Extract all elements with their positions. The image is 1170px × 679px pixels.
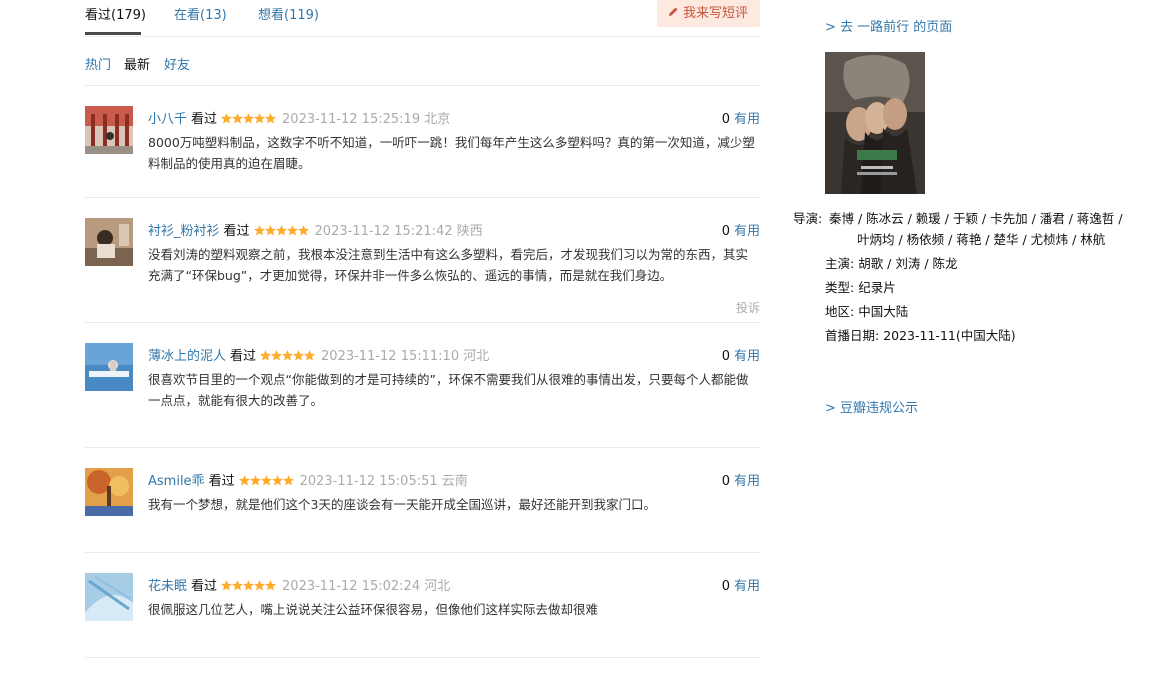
avatar[interactable] <box>85 218 133 266</box>
username-link[interactable]: 小八千 <box>148 112 187 127</box>
rating-stars-icon <box>260 350 316 365</box>
tab-watched[interactable]: 看过(179) <box>85 4 146 23</box>
comment-item: Asmile乖 看过 2023-11-12 15:05:51 云南 0 有用 我有一个… <box>85 448 760 553</box>
violation-notice-link[interactable]: > 豆瓣违规公示 <box>825 397 918 416</box>
watch-status: 看过 <box>230 349 257 364</box>
useful-count: 0 <box>721 349 730 364</box>
info-key: 首播日期: <box>825 328 880 343</box>
subject-info: 导演: 秦博 / 陈冰云 / 赖瑗 / 于颖 / 卡先加 / 潘君 / 蒋逸哲 … <box>793 208 1135 349</box>
useful-count: 0 <box>721 474 730 489</box>
tab-want-to-watch[interactable]: 想看(119) <box>258 4 319 23</box>
report-link[interactable]: 投诉 <box>736 299 760 316</box>
username-link[interactable]: 花未眠 <box>148 579 187 594</box>
username-link[interactable]: 薄冰上的泥人 <box>148 349 226 364</box>
comment-time: 2023-11-12 15:02:24 <box>282 579 421 594</box>
info-directors: 导演: 秦博 / 陈冰云 / 赖瑗 / 于颖 / 卡先加 / 潘君 / 蒋逸哲 … <box>793 211 1123 247</box>
comment-location: 陕西 <box>456 224 483 239</box>
avatar[interactable] <box>85 343 133 391</box>
rating-stars-icon <box>221 580 277 595</box>
comment-time: 2023-11-12 15:05:51 <box>299 474 438 489</box>
useful-button[interactable]: 有用 <box>734 112 760 127</box>
comment-item: 小八千 看过 2023-11-12 15:25:19 北京 0 有用 8000万吨塑料… <box>85 86 760 198</box>
useful-button[interactable]: 有用 <box>734 474 760 489</box>
info-premiere: 首播日期: 2023-11-11(中国大陆) <box>825 325 1135 346</box>
comment-header: 衬衫_粉衬衫 看过 2023-11-12 15:21:42 陕西 0 有用 <box>148 220 760 240</box>
useful-count: 0 <box>721 579 730 594</box>
comment-location: 北京 <box>424 112 451 127</box>
useful-button[interactable]: 有用 <box>734 579 760 594</box>
info-key: 地区: <box>825 304 855 319</box>
sort-bar: 热门 最新 好友 <box>85 37 760 86</box>
comment-location: 河北 <box>463 349 490 364</box>
avatar[interactable] <box>85 468 133 516</box>
username-link[interactable]: Asmile乖 <box>148 474 205 489</box>
info-key: 主演: <box>825 256 855 271</box>
active-tab-indicator <box>85 32 141 35</box>
rating-stars-icon <box>253 225 309 240</box>
watch-status: 看过 <box>208 474 235 489</box>
watch-status: 看过 <box>191 112 218 127</box>
comment-header: 小八千 看过 2023-11-12 15:25:19 北京 0 有用 <box>148 108 760 128</box>
comments-panel: 看过(179) 在看(13) 想看(119) 我来写短评 热门 最新 好友 小八… <box>85 0 760 658</box>
info-region: 地区: 中国大陆 <box>825 301 1135 322</box>
comment-location: 云南 <box>441 474 468 489</box>
info-value: 2023-11-11(中国大陆) <box>883 328 1016 343</box>
info-genre: 类型: 纪录片 <box>825 277 1135 298</box>
useful-button[interactable]: 有用 <box>734 349 760 364</box>
comment-header: 花未眠 看过 2023-11-12 15:02:24 河北 0 有用 <box>148 575 760 595</box>
username-link[interactable]: 衬衫_粉衬衫 <box>148 224 220 239</box>
useful-count: 0 <box>721 112 730 127</box>
watch-status: 看过 <box>223 224 250 239</box>
rating-stars-icon <box>221 113 277 128</box>
pencil-icon <box>668 7 678 16</box>
info-cast: 主演: 胡歌 / 刘涛 / 陈龙 <box>825 253 1135 274</box>
comment-time: 2023-11-12 15:25:19 <box>282 112 421 127</box>
sort-friends[interactable]: 好友 <box>164 54 190 73</box>
comment-text: 我有一个梦想，就是他们这个3天的座谈会有一天能开成全国巡讲，最好还能开到我家门口… <box>148 497 656 512</box>
tab-watching[interactable]: 在看(13) <box>174 4 227 23</box>
useful-button[interactable]: 有用 <box>734 224 760 239</box>
comment-text: 很喜欢节目里的一个观点“你能做到的才是可持续的”，环保不需要我们从很难的事情出发… <box>148 372 749 408</box>
sort-hot[interactable]: 热门 <box>85 54 111 73</box>
info-value[interactable]: 胡歌 / 刘涛 / 陈龙 <box>858 256 957 271</box>
info-value: 纪录片 <box>858 280 896 295</box>
comment-header: Asmile乖 看过 2023-11-12 15:05:51 云南 0 有用 <box>148 470 760 490</box>
useful-vote[interactable]: 0 有用 <box>722 108 760 127</box>
goto-subject-link[interactable]: > 去 一路前行 的页面 <box>825 16 952 35</box>
info-value: 中国大陆 <box>858 304 909 319</box>
useful-vote[interactable]: 0 有用 <box>722 575 760 594</box>
comment-item: 薄冰上的泥人 看过 2023-11-12 15:11:10 河北 0 有用 很喜欢节目… <box>85 323 760 448</box>
comment-text: 没看刘涛的塑料观察之前，我根本没注意到生活中有这么多塑料，看完后，才发现我们习以… <box>148 247 749 283</box>
comment-item: 花未眠 看过 2023-11-12 15:02:24 河北 0 有用 很佩服这几位艺人… <box>85 553 760 658</box>
poster-image[interactable] <box>825 52 925 194</box>
useful-vote[interactable]: 0 有用 <box>722 345 760 364</box>
info-key: 类型: <box>825 280 855 295</box>
comment-time: 2023-11-12 15:11:10 <box>321 349 460 364</box>
useful-count: 0 <box>721 224 730 239</box>
useful-vote[interactable]: 0 有用 <box>722 220 760 239</box>
rating-stars-icon <box>238 475 294 490</box>
comment-item: 衬衫_粉衬衫 看过 2023-11-12 15:21:42 陕西 0 有用 没看刘涛的… <box>85 198 760 323</box>
comment-header: 薄冰上的泥人 看过 2023-11-12 15:11:10 河北 0 有用 <box>148 345 760 365</box>
write-review-label: 我来写短评 <box>682 6 748 21</box>
comment-location: 河北 <box>424 579 451 594</box>
comment-text: 很佩服这几位艺人，嘴上说说关注公益环保很容易，但像他们这样实际去做却很难 <box>148 602 599 617</box>
useful-vote[interactable]: 0 有用 <box>722 470 760 489</box>
comment-tabs: 看过(179) 在看(13) 想看(119) 我来写短评 <box>85 0 760 37</box>
write-review-button[interactable]: 我来写短评 <box>656 0 760 27</box>
avatar[interactable] <box>85 573 133 621</box>
sort-latest[interactable]: 最新 <box>124 54 150 73</box>
watch-status: 看过 <box>191 579 218 594</box>
comment-time: 2023-11-12 15:21:42 <box>314 224 453 239</box>
comment-text: 8000万吨塑料制品，这数字不听不知道，一听吓一跳！我们每年产生这么多塑料吗？真… <box>148 135 755 171</box>
avatar[interactable] <box>85 106 133 154</box>
info-value[interactable]: 秦博 / 陈冰云 / 赖瑗 / 于颖 / 卡先加 / 潘君 / 蒋逸哲 / 叶炳… <box>829 211 1123 247</box>
